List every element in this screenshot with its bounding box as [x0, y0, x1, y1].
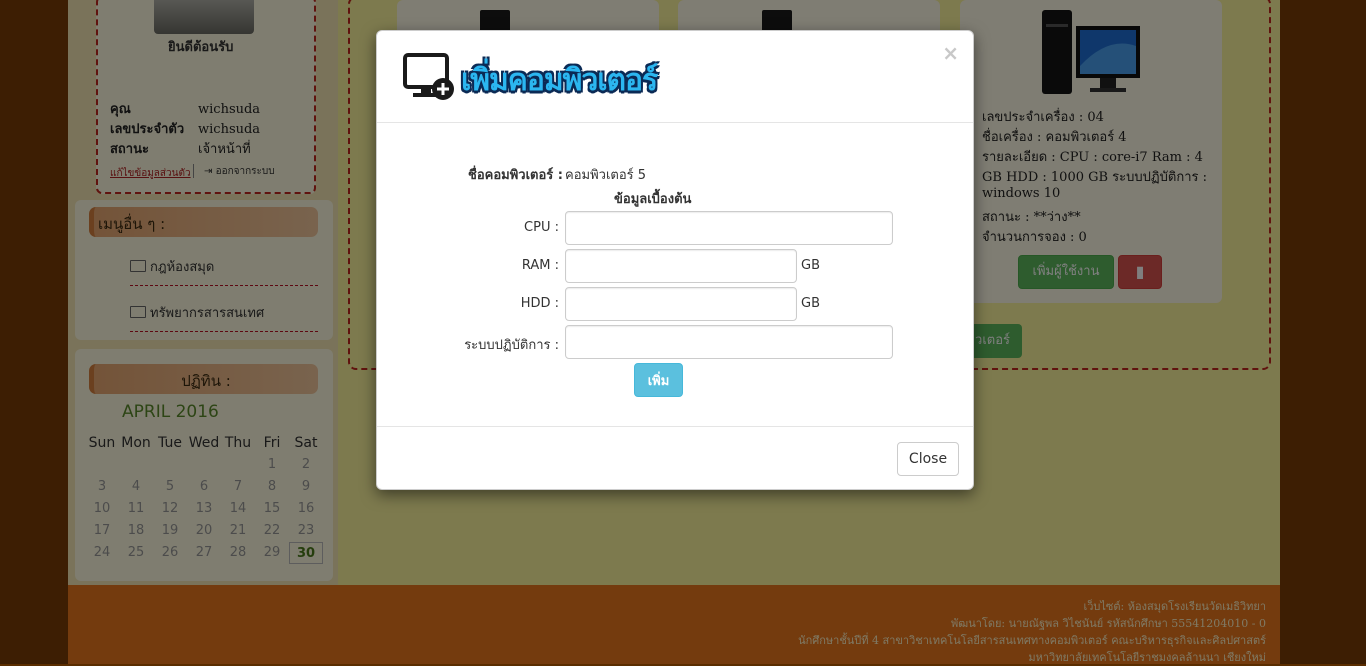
cpu-label: CPU : [524, 220, 559, 235]
monitor-add-icon [403, 53, 454, 100]
cpu-input[interactable] [565, 211, 893, 245]
os-input[interactable] [565, 325, 893, 359]
section-title: ข้อมูลเบื้องต้น [614, 192, 692, 207]
modal-header: เพิ่มคอมพิวเตอร์ × [377, 31, 973, 123]
os-label: ระบบปฏิบัติการ : [464, 338, 559, 353]
modal-title: เพิ่มคอมพิวเตอร์ [461, 63, 658, 98]
computer-name-label: ชื่อคอมพิวเตอร์ : [468, 168, 563, 183]
close-button[interactable]: Close [897, 442, 959, 476]
modal-footer: Close [377, 426, 973, 491]
ram-unit: GB [801, 258, 820, 273]
hdd-unit: GB [801, 296, 820, 311]
close-icon[interactable]: × [942, 43, 959, 63]
add-button[interactable]: เพิ่ม [634, 363, 683, 397]
ram-input[interactable] [565, 249, 797, 283]
ram-label: RAM : [521, 258, 559, 273]
hdd-label: HDD : [520, 296, 559, 311]
computer-name-value: คอมพิวเตอร์ 5 [565, 168, 647, 183]
hdd-input[interactable] [565, 287, 797, 321]
add-computer-modal: เพิ่มคอมพิวเตอร์ × ชื่อคอมพิวเตอร์ : คอม… [376, 30, 974, 490]
